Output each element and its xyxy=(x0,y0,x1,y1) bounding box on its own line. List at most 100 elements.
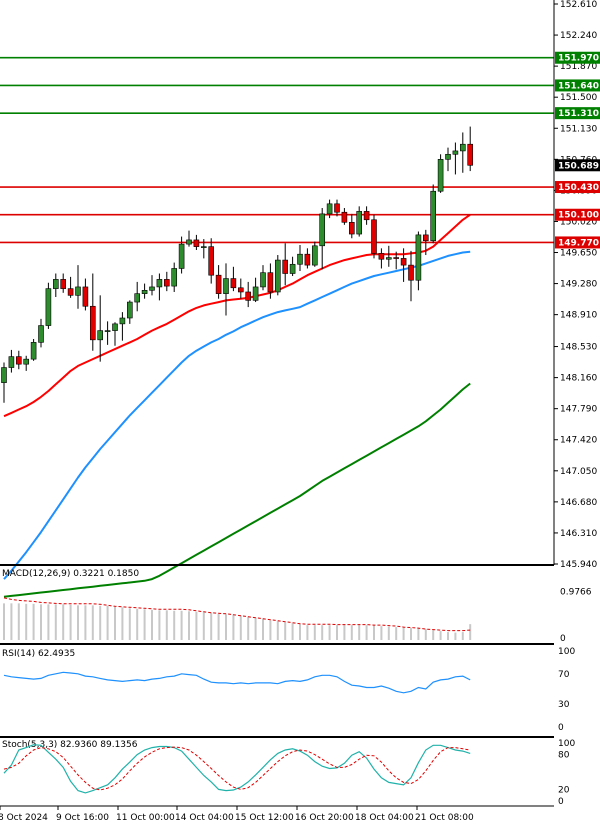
bullish-candle xyxy=(260,272,266,288)
bullish-candle xyxy=(201,246,207,248)
price-pane[interactable]: 152.610152.240151.870151.500151.130150.7… xyxy=(0,0,600,598)
macd-histogram-bar xyxy=(77,605,79,640)
price-tick-label: 145.940 xyxy=(560,560,597,570)
stoch-axis-label: 0 xyxy=(558,797,564,807)
time-tick-label: 9 Oct 16:00 xyxy=(56,813,109,823)
macd-histogram-bar xyxy=(410,628,412,640)
macd-histogram-bar xyxy=(3,603,5,640)
stoch-axis-label: 100 xyxy=(558,739,575,749)
macd-pane[interactable]: MACD(12,26,9) 0.3221 0.1850 0.9766 0 xyxy=(2,569,592,644)
stoch-axis-label: 20 xyxy=(558,785,570,795)
stoch-d-line xyxy=(3,746,471,791)
time-tick-label: 16 Oct 20:00 xyxy=(295,813,354,823)
bullish-candle xyxy=(38,325,44,343)
rsi-line xyxy=(3,671,471,694)
price-tick-label: 148.910 xyxy=(560,311,597,321)
bearish-candle xyxy=(208,246,214,276)
macd-title: MACD(12,26,9) 0.3221 0.1850 xyxy=(2,569,139,579)
bearish-candle xyxy=(193,239,200,247)
bearish-candle xyxy=(393,257,400,259)
macd-histogram-bar xyxy=(424,629,427,640)
bullish-candle xyxy=(356,211,363,235)
bearish-candle xyxy=(334,203,340,213)
macd-histogram-bar xyxy=(469,624,472,640)
time-tick-label: 11 Oct 00:00 xyxy=(116,813,175,823)
price-tick-label: 146.680 xyxy=(560,498,597,508)
macd-histogram-bar xyxy=(336,625,338,640)
macd-histogram-bar xyxy=(25,603,28,640)
macd-histogram-bar xyxy=(143,609,146,640)
rsi-title: RSI(14) 62.4935 xyxy=(2,649,75,659)
bearish-candle xyxy=(90,305,96,341)
macd-histogram-bar xyxy=(306,625,309,640)
rsi-axis-label: 100 xyxy=(558,647,575,657)
rsi-axis-label: 30 xyxy=(558,700,570,710)
macd-histogram-bar xyxy=(328,625,331,640)
forex-chart[interactable]: 152.610152.240151.870151.500151.130150.7… xyxy=(0,0,600,828)
macd-histogram-bar xyxy=(395,627,398,640)
time-axis: 8 Oct 2024 9 Oct 16:00 11 Oct 00:00 14 Oct … xyxy=(0,806,474,823)
bearish-candle xyxy=(371,219,377,254)
macd-histogram-bar xyxy=(350,625,353,640)
macd-histogram-bar xyxy=(373,625,375,640)
macd-histogram-bar xyxy=(402,627,405,640)
bullish-candle xyxy=(311,245,318,266)
macd-histogram-bar xyxy=(10,603,13,640)
macd-histogram-bar xyxy=(128,608,131,640)
rsi-axis-label: 70 xyxy=(558,670,570,680)
current-price-label: 150.689 xyxy=(558,161,599,171)
bullish-candle xyxy=(297,253,303,265)
bearish-candle xyxy=(230,278,237,289)
stochastic-series xyxy=(3,744,471,794)
level-tag-label: 151.640 xyxy=(558,81,599,91)
rsi-axis: 100 70 30 0 xyxy=(558,647,575,733)
bullish-candle xyxy=(156,279,163,288)
macd-axis-label: 0 xyxy=(560,634,566,644)
stochastic-pane[interactable]: Stoch(5,3,3) 82.9360 89.1356 10080200 xyxy=(2,739,575,807)
macd-histogram-bar xyxy=(343,625,346,640)
macd-histogram-bar xyxy=(321,625,324,640)
bullish-candle xyxy=(326,203,333,215)
bullish-candle xyxy=(45,288,52,326)
time-tick-label: 18 Oct 04:00 xyxy=(355,813,414,823)
macd-histogram-bar xyxy=(417,628,420,640)
bullish-candle xyxy=(8,356,15,368)
level-price-tags: 151.970 151.640 151.310 150.430 150.100 149.7… xyxy=(555,51,600,249)
macd-histogram-bar xyxy=(454,632,457,640)
macd-histogram-bar xyxy=(365,625,368,640)
bearish-candle xyxy=(245,291,251,301)
macd-series xyxy=(3,597,472,640)
macd-histogram-bar xyxy=(84,605,87,640)
bullish-candle xyxy=(104,330,111,332)
macd-histogram-bar xyxy=(40,604,42,640)
rsi-pane[interactable]: RSI(14) 62.4935 100 70 30 0 xyxy=(2,647,575,733)
macd-histogram-bar xyxy=(17,603,20,640)
macd-histogram-bar xyxy=(276,621,279,640)
bullish-candle xyxy=(127,301,133,319)
time-tick-label: 8 Oct 2024 xyxy=(0,813,48,823)
macd-histogram-bar xyxy=(247,616,250,640)
bullish-candle xyxy=(452,150,459,155)
macd-histogram-bar xyxy=(210,612,213,640)
bullish-candle xyxy=(171,268,177,287)
macd-histogram-bar xyxy=(299,624,301,640)
macd-histogram-bar xyxy=(262,618,264,640)
bearish-candle xyxy=(348,221,355,235)
bullish-candle xyxy=(134,293,140,303)
current-price-tag: 150.689 xyxy=(555,159,600,172)
bullish-candle xyxy=(119,317,126,325)
bullish-candle xyxy=(23,358,30,365)
macd-histogram-bar xyxy=(91,605,94,640)
bearish-candle xyxy=(238,287,244,293)
macd-histogram-bar xyxy=(254,617,257,640)
price-tick-label: 151.130 xyxy=(560,124,597,134)
stoch-axis-label: 80 xyxy=(558,751,570,761)
macd-histogram-bar xyxy=(62,604,65,640)
bearish-candle xyxy=(304,253,311,266)
macd-histogram-bar xyxy=(47,604,50,640)
macd-histogram-bar xyxy=(136,608,139,640)
bullish-candle xyxy=(415,234,422,281)
bullish-candle xyxy=(223,278,229,294)
bearish-candle xyxy=(341,211,348,223)
bullish-candle xyxy=(97,330,103,341)
